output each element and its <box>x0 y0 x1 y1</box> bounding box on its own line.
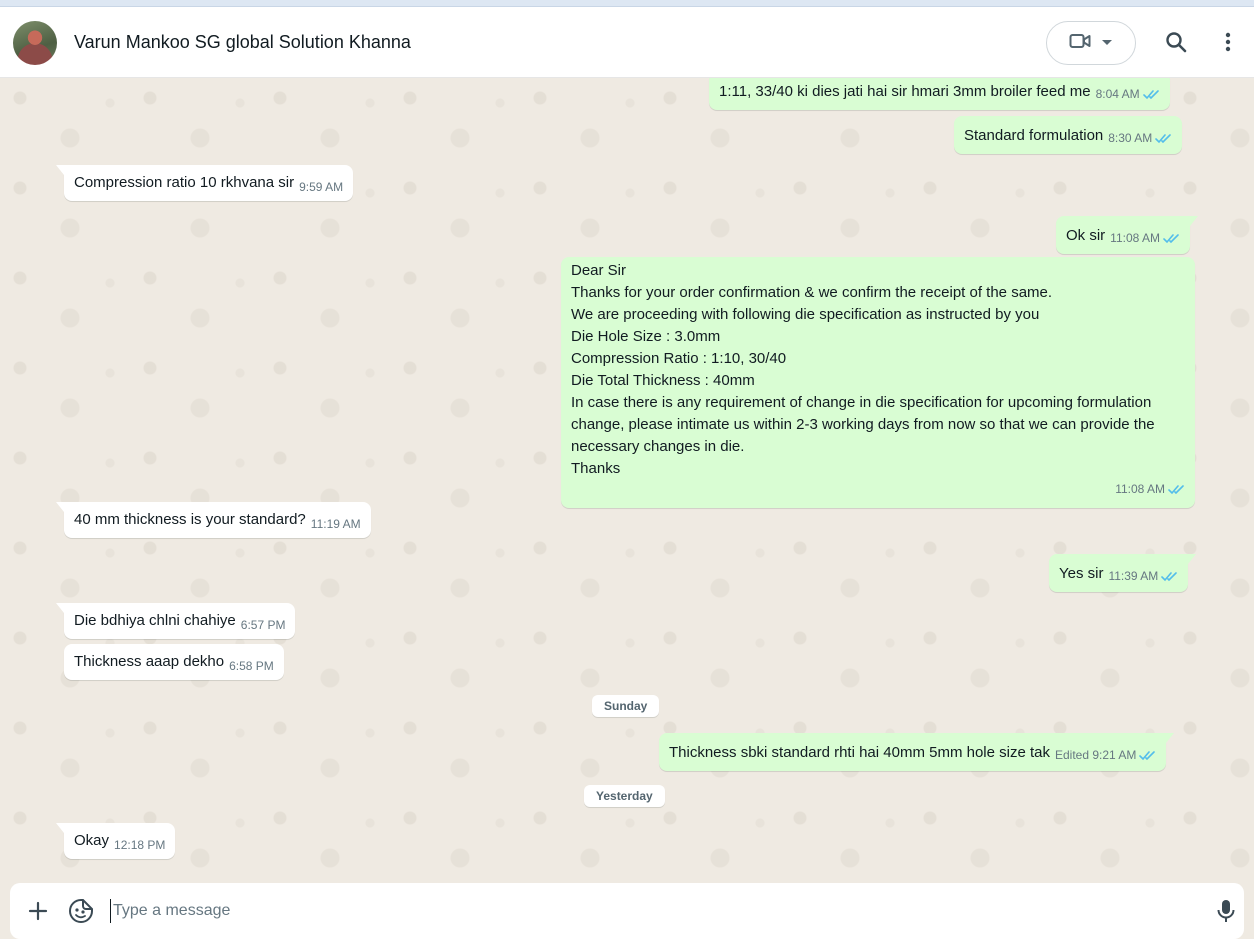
message-bubble-incoming[interactable]: 40 mm thickness is your standard? 11:19 … <box>56 502 371 538</box>
composer-box <box>10 883 1244 939</box>
read-receipt-icon <box>1139 746 1156 768</box>
bubble-tail <box>1188 554 1197 564</box>
message-line: change, please intimate us within 2-3 wo… <box>571 416 1155 433</box>
date-separator: Yesterday <box>584 785 665 807</box>
message-bubble-incoming[interactable]: Die bdhiya chlni chahiye 6:57 PM <box>56 603 296 639</box>
message-time: 11:08 AM <box>1110 231 1160 245</box>
message-time: 6:58 PM <box>229 659 274 673</box>
avatar[interactable] <box>13 21 57 65</box>
message-text: Okay <box>74 832 110 849</box>
message-text: Die bdhiya chlni chahiye <box>74 612 236 629</box>
message-time: Edited 9:21 AM <box>1054 748 1137 762</box>
microphone-icon[interactable] <box>1216 899 1236 923</box>
menu-dots-icon[interactable] <box>1215 29 1241 55</box>
browser-top-strip <box>0 0 1254 7</box>
bubble-tail <box>56 823 64 833</box>
message-time: 11:08 AM <box>1115 482 1165 496</box>
message-text: Standard formulation <box>964 127 1104 144</box>
video-call-icon <box>1069 32 1091 55</box>
message-time: 12:18 PM <box>114 838 166 852</box>
message-bubble-outgoing[interactable]: Standard formulation 8:30 AM <box>954 116 1183 154</box>
message-bubble-incoming[interactable]: Compression ratio 10 rkhvana sir 9:59 AM <box>56 165 354 201</box>
message-text: Dear Sir Thanks for your order confirmat… <box>571 260 1185 480</box>
contact-name[interactable]: Varun Mankoo SG global Solution Khanna <box>74 32 411 53</box>
search-icon[interactable] <box>1163 29 1189 55</box>
bubble-tail <box>1189 216 1198 226</box>
message-time: 8:30 AM <box>1108 131 1153 145</box>
read-receipt-icon <box>1142 85 1160 107</box>
message-time: 11:39 AM <box>1108 569 1159 583</box>
message-bubble-incoming[interactable]: Thickness aaap dekho 6:58 PM <box>64 644 284 680</box>
message-line: We are proceeding with following die spe… <box>571 306 1040 323</box>
message-time: 11:19 AM <box>310 517 361 531</box>
message-line: Compression Ratio : 1:10, 30/40 <box>571 350 787 367</box>
read-receipt-icon <box>1161 567 1178 589</box>
message-text: Thickness aaap dekho <box>74 653 225 670</box>
message-bubble-outgoing[interactable]: Thickness sbki standard rhti hai 40mm 5m… <box>659 733 1175 771</box>
message-input[interactable] <box>110 899 1190 923</box>
message-bubble-outgoing[interactable]: Ok sir 11:08 AM <box>1056 216 1198 254</box>
bubble-tail <box>56 165 64 175</box>
message-line: necessary changes in die. <box>571 438 745 455</box>
attach-plus-icon[interactable] <box>27 900 49 922</box>
message-time: 8:04 AM <box>1095 87 1140 101</box>
message-line: In case there is any requirement of chan… <box>571 394 1152 411</box>
bubble-tail <box>56 502 64 512</box>
message-line: Dear Sir <box>571 262 627 279</box>
message-text: Ok sir <box>1066 227 1106 244</box>
message-text: 40 mm thickness is your standard? <box>74 511 306 528</box>
read-receipt-icon <box>1163 229 1180 251</box>
read-receipt-icon <box>1168 480 1185 502</box>
message-bubble-incoming[interactable]: Okay 12:18 PM <box>56 823 176 859</box>
message-line: Die Total Thickness : 40mm <box>571 372 755 389</box>
message-time: 9:59 AM <box>299 180 344 194</box>
date-separator: Sunday <box>592 695 660 717</box>
bubble-tail <box>56 603 64 613</box>
composer-bar <box>0 883 1254 939</box>
message-text: Yes sir <box>1059 565 1104 582</box>
bubble-tail <box>1166 733 1175 743</box>
read-receipt-icon <box>1155 129 1172 151</box>
message-text: Thickness sbki standard rhti hai 40mm 5m… <box>669 744 1050 761</box>
chevron-down-icon <box>1101 34 1113 52</box>
message-line: Die Hole Size : 3.0mm <box>571 328 721 345</box>
message-text: 1:11, 33/40 ki dies jati hai sir hmari 3… <box>719 83 1091 100</box>
video-call-button[interactable] <box>1046 21 1136 65</box>
message-time: 6:57 PM <box>240 618 286 632</box>
message-line: Thanks <box>571 460 621 477</box>
message-list[interactable]: 1:11, 33/40 ki dies jati hai sir hmari 3… <box>0 78 1254 883</box>
message-line: Thanks for your order confirmation & we … <box>571 284 1053 301</box>
message-bubble-outgoing[interactable]: Dear Sir Thanks for your order confirmat… <box>561 257 1195 508</box>
chat-header: Varun Mankoo SG global Solution Khanna <box>0 7 1254 78</box>
sticker-emoji-icon[interactable] <box>68 898 94 924</box>
message-bubble-outgoing[interactable]: 1:11, 33/40 ki dies jati hai sir hmari 3… <box>709 78 1170 110</box>
message-text: Compression ratio 10 rkhvana sir <box>74 174 295 191</box>
message-bubble-outgoing[interactable]: Yes sir 11:39 AM <box>1049 554 1197 592</box>
